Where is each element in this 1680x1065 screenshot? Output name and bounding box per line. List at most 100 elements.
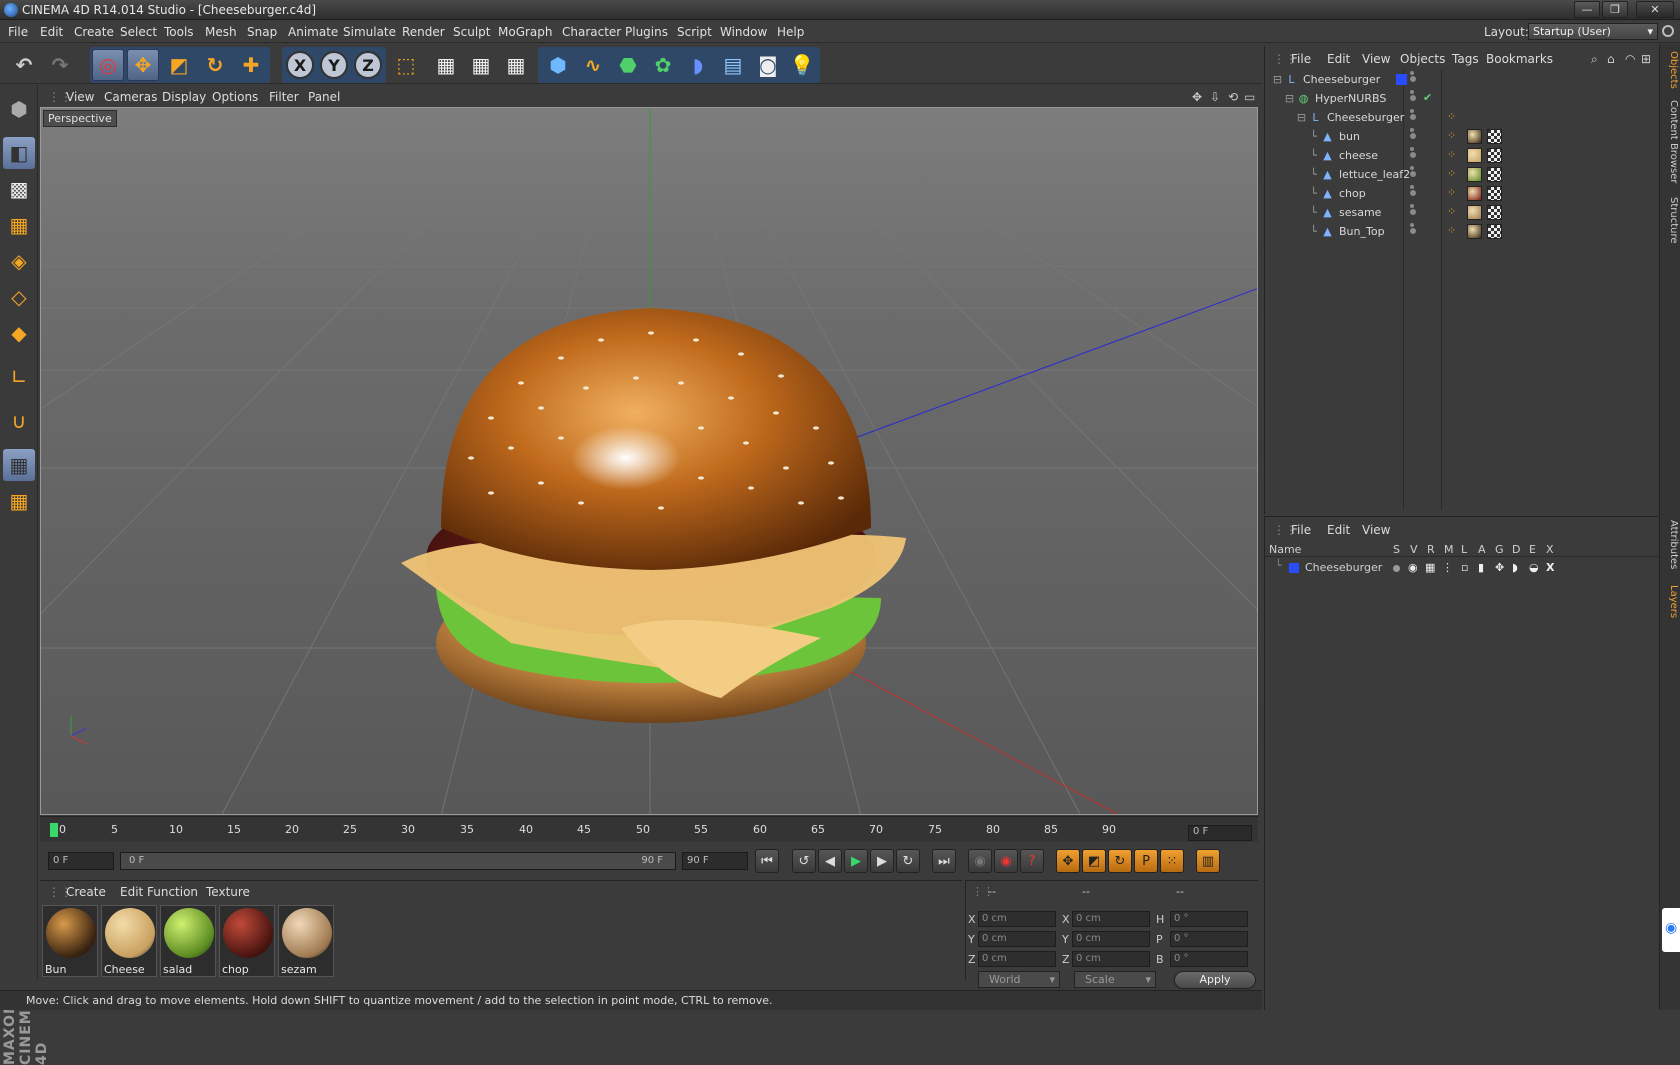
viewport-menu-filter[interactable]: Filter — [269, 90, 299, 104]
column-xrefs[interactable]: X — [1546, 543, 1554, 556]
make-editable-icon[interactable]: ⬢ — [3, 93, 35, 125]
render-visibility-dot-icon[interactable] — [1410, 185, 1414, 189]
edges-mode-icon[interactable]: ◇ — [3, 281, 35, 313]
zoom-view-icon[interactable]: ⇩ — [1210, 90, 1220, 104]
tree-expand-icon[interactable]: └ — [1307, 206, 1320, 219]
menu-select[interactable]: Select — [120, 25, 157, 39]
lock-icon[interactable]: ▫ — [1461, 561, 1468, 574]
uvw-tag-icon[interactable] — [1487, 205, 1502, 220]
objects-menu-file[interactable]: File — [1291, 52, 1311, 66]
camera-icon[interactable]: ◙ — [752, 49, 784, 81]
layout-dropdown[interactable]: Startup (User) ▾ — [1528, 23, 1658, 40]
render-visibility-dot-icon[interactable] — [1410, 128, 1414, 132]
tree-expand-icon[interactable]: └ — [1307, 168, 1320, 181]
render-settings-icon[interactable]: ▦ — [500, 49, 532, 81]
materials-menu-edit[interactable]: Edit — [120, 885, 143, 899]
objects-menu-bookmarks[interactable]: Bookmarks — [1486, 52, 1553, 66]
objects-menu-tags[interactable]: Tags — [1452, 52, 1479, 66]
editor-visibility-dot-icon[interactable] — [1410, 76, 1416, 82]
light-icon[interactable]: 💡 — [786, 49, 818, 81]
menu-sculpt[interactable]: Sculpt — [453, 25, 490, 39]
column-locked[interactable]: L — [1461, 543, 1467, 556]
uvw-tag-icon[interactable] — [1487, 186, 1502, 201]
eye-icon[interactable]: ◠ — [1625, 52, 1635, 66]
texture-tag-icon[interactable] — [1467, 148, 1482, 163]
key-scale-icon[interactable]: ◩ — [1082, 849, 1106, 873]
size-z-field[interactable]: 0 cm — [1072, 951, 1150, 967]
object-row[interactable]: ⊟ ◍ HyperNURBS ✔ — [1265, 89, 1657, 109]
column-view[interactable]: V — [1410, 543, 1418, 556]
column-animation[interactable]: A — [1478, 543, 1486, 556]
size-x-field[interactable]: 0 cm — [1072, 911, 1150, 927]
menu-snap[interactable]: Snap — [247, 25, 277, 39]
tree-expand-icon[interactable]: ⊟ — [1295, 111, 1308, 124]
go-to-end-icon[interactable]: ⏭ — [932, 849, 956, 873]
menu-mesh[interactable]: Mesh — [205, 25, 237, 39]
editor-visibility-dot-icon[interactable] — [1410, 190, 1416, 196]
tree-expand-icon[interactable]: └ — [1307, 187, 1320, 200]
workplane-mode-icon[interactable]: ▦ — [3, 209, 35, 241]
render-visibility-dot-icon[interactable] — [1410, 223, 1414, 227]
previous-key-icon[interactable]: ↺ — [792, 849, 816, 873]
tree-expand-icon[interactable]: └ — [1307, 130, 1320, 143]
redo-button[interactable]: ↷ — [44, 49, 76, 81]
material-swatch[interactable]: chop — [219, 905, 275, 977]
texture-tag-icon[interactable] — [1467, 205, 1482, 220]
axis-mode-icon[interactable]: ∟ — [3, 361, 35, 393]
layer-color-icon[interactable] — [1396, 74, 1407, 85]
objects-menu-edit[interactable]: Edit — [1327, 52, 1350, 66]
coordinate-space-dropdown[interactable]: World ▾ — [978, 971, 1060, 988]
record-keys-icon[interactable]: ◉ — [968, 849, 992, 873]
object-row[interactable]: └ ▲ chop ⁘ — [1265, 184, 1657, 204]
editor-visibility-dot-icon[interactable] — [1410, 133, 1416, 139]
menu-window[interactable]: Window — [720, 25, 767, 39]
timeline-ruler[interactable]: 0 5 10 15 20 25 30 35 40 45 50 55 60 65 … — [40, 816, 1258, 842]
close-button[interactable]: ✕ — [1636, 1, 1674, 18]
deformer-icon[interactable]: ◗ — [1512, 561, 1518, 574]
editor-visibility-dot-icon[interactable] — [1410, 152, 1416, 158]
texture-tag-icon[interactable] — [1467, 167, 1482, 182]
viewport-camera-label[interactable]: Perspective — [43, 110, 117, 127]
tab-attributes[interactable]: Attributes — [1662, 518, 1679, 572]
phong-tag-icon[interactable]: ⁘ — [1447, 148, 1456, 161]
objects-menu-view[interactable]: View — [1362, 52, 1390, 66]
texture-tag-icon[interactable] — [1467, 186, 1482, 201]
last-tool-icon[interactable]: ✚ — [235, 49, 267, 81]
object-row[interactable]: └ ▲ bun ⁘ — [1265, 127, 1657, 147]
remote-support-widget[interactable]: ◉ — [1662, 908, 1680, 952]
object-row[interactable]: ⊟ L Cheeseburger ⁘ — [1265, 108, 1657, 128]
x-axis-lock-button[interactable]: X — [286, 51, 314, 79]
render-visibility-dot-icon[interactable] — [1410, 71, 1414, 75]
rotate-tool-icon[interactable]: ↻ — [199, 49, 231, 81]
layer-color-swatch[interactable] — [1289, 563, 1299, 573]
uvw-tag-icon[interactable] — [1487, 148, 1502, 163]
preview-range-slider[interactable]: 0 F 90 F — [120, 852, 676, 870]
render-picture-viewer-icon[interactable]: ▦ — [465, 49, 497, 81]
render-visibility-dot-icon[interactable] — [1410, 166, 1414, 170]
key-parameter-icon[interactable]: P — [1134, 849, 1158, 873]
phong-tag-icon[interactable]: ⁘ — [1447, 110, 1456, 123]
rotation-h-field[interactable]: 0 ° — [1170, 911, 1248, 927]
tree-expand-icon[interactable]: ⊟ — [1271, 73, 1284, 86]
search-icon[interactable] — [1662, 25, 1674, 37]
expression-icon[interactable]: ◒ — [1529, 561, 1539, 574]
current-frame-field[interactable]: 0 F — [1188, 825, 1252, 841]
menu-help[interactable]: Help — [777, 25, 804, 39]
material-swatch[interactable]: Cheese — [101, 905, 157, 977]
render-visibility-dot-icon[interactable] — [1410, 109, 1414, 113]
column-generators[interactable]: G — [1495, 543, 1504, 556]
object-row[interactable]: ⊟ L Cheeseburger — [1265, 70, 1657, 90]
generator-icon[interactable]: ✥ — [1495, 561, 1504, 574]
minimize-button[interactable]: — — [1574, 1, 1600, 18]
rotation-p-field[interactable]: 0 ° — [1170, 931, 1248, 947]
column-manager[interactable]: M — [1444, 543, 1454, 556]
render-visibility-dot-icon[interactable] — [1410, 147, 1414, 151]
column-deformers[interactable]: D — [1512, 543, 1520, 556]
materials-menu-create[interactable]: Create — [66, 885, 106, 899]
rotate-view-icon[interactable]: ⟲ — [1228, 90, 1238, 104]
timeline-window-icon[interactable]: ▥ — [1196, 849, 1220, 873]
viewport-menu-view[interactable]: View — [66, 90, 94, 104]
deformer-icon[interactable]: ◗ — [682, 49, 714, 81]
move-view-icon[interactable]: ✥ — [1192, 90, 1202, 104]
points-mode-icon[interactable]: ◈ — [3, 245, 35, 277]
